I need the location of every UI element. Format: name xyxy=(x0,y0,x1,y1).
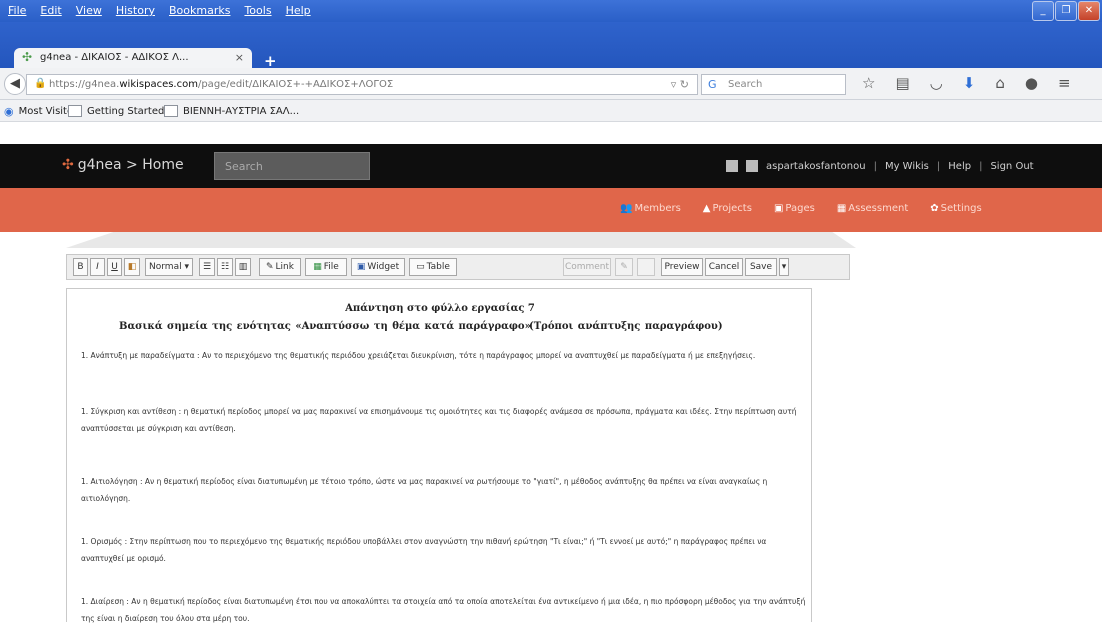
bulleted-list-icon[interactable]: ☰ xyxy=(199,258,215,276)
paragraph-justification: 1. Αιτιολόγηση : Αν η θεματική περίοδος … xyxy=(81,477,768,503)
sign-out-link[interactable]: Sign Out xyxy=(990,161,1033,172)
cancel-button[interactable]: Cancel xyxy=(705,258,743,276)
italic-button[interactable]: I xyxy=(90,258,105,276)
wiki-search-placeholder: Search xyxy=(225,160,263,173)
projects-icon: ▲ xyxy=(702,203,711,214)
right-panel xyxy=(812,288,1102,622)
comment-button[interactable]: Comment xyxy=(563,258,611,276)
text-color-icon[interactable]: ◧ xyxy=(124,258,140,276)
url-host: wikispaces.com xyxy=(119,79,198,90)
document-title: Απάντηση στο φύλλο εργασίας 7 xyxy=(345,303,535,314)
document-subtitle-2: (Τρόποι ανάπτυξης παραγράφου) xyxy=(529,321,723,332)
bookmark-getting-started[interactable]: Getting Started xyxy=(68,105,164,117)
menu-bar: File Edit View History Bookmarks Tools H… xyxy=(0,0,1102,22)
hamburger-menu-icon[interactable]: ≡ xyxy=(1058,74,1071,92)
tab-close-icon[interactable]: × xyxy=(235,51,244,64)
search-placeholder: Search xyxy=(728,79,763,90)
menu-history[interactable]: History xyxy=(116,4,155,17)
editor-document[interactable]: Απάντηση στο φύλλο εργασίας 7 Βασικά σημ… xyxy=(66,288,812,623)
wiki-search-input[interactable]: Search xyxy=(214,152,370,180)
bookmarks-bar: ◉ Most Visited Getting Started ΒΙΕΝΝΗ-ΑΥ… xyxy=(0,100,1102,122)
my-wikis-link[interactable]: My Wikis xyxy=(885,161,929,172)
table-button[interactable]: ▭ Table xyxy=(409,258,457,276)
home-icon[interactable]: ⌂ xyxy=(995,74,1005,92)
wikispaces-logo-icon: ✣ xyxy=(62,157,74,173)
star-icon[interactable]: ☆ xyxy=(862,74,875,92)
back-button[interactable]: ◀ xyxy=(4,73,26,95)
spellcheck-icon[interactable]: ✎ xyxy=(615,258,633,276)
most-visited-icon: ◉ xyxy=(4,105,14,118)
reload-icon[interactable]: ▿ ↻ xyxy=(671,78,689,91)
widget-button[interactable]: ▣ Widget xyxy=(351,258,405,276)
widget-icon: ▣ xyxy=(356,262,366,272)
wiki-home-link[interactable]: ✣ g4nea > Home xyxy=(62,157,184,173)
chat-icon[interactable]: ● xyxy=(1025,74,1038,92)
search-box[interactable]: G Search xyxy=(701,74,846,95)
tab-bar: ✣ g4nea - ΔΙΚΑΙΟΣ - ΑΔΙΚΟΣ Λ... × + xyxy=(0,22,1102,70)
url-bar[interactable]: 🔒 https://g4nea.wikispaces.com/page/edit… xyxy=(26,74,698,95)
link-icon: ✎ xyxy=(266,262,274,272)
help-link[interactable]: Help xyxy=(948,161,971,172)
url-path: /page/edit/ΔΙΚΑΙΟΣ+-+ΑΔΙΚΟΣ+ΛΟΓΟΣ xyxy=(197,79,394,90)
members-icon: 👥 xyxy=(620,203,633,214)
username-link[interactable]: aspartakosfantonou xyxy=(766,161,866,172)
download-icon[interactable]: ⬇ xyxy=(963,74,976,92)
paragraph-examples: 1. Ανάπτυξη με παραδείγματα : Αν το περι… xyxy=(81,351,756,360)
underline-button[interactable]: U xyxy=(107,258,122,276)
menu-help[interactable]: Help xyxy=(286,4,311,17)
reading-list-icon[interactable]: ▤ xyxy=(895,74,909,92)
tab-title: g4nea - ΔΙΚΑΙΟΣ - ΑΔΙΚΟΣ Λ... xyxy=(40,52,189,63)
bold-button[interactable]: B xyxy=(73,258,88,276)
bookmark-label: Getting Started xyxy=(87,105,165,117)
nav-settings[interactable]: ✿ Settings xyxy=(930,203,981,214)
link-button[interactable]: ✎ Link xyxy=(259,258,301,276)
notifications-icon[interactable] xyxy=(726,160,738,172)
table-icon: ▭ xyxy=(416,262,425,272)
numbered-list-icon[interactable]: ☷ xyxy=(217,258,233,276)
editor-toolbar: B I U ◧ Normal ▾ ☰ ☷ ▥ ✎ Link ▦ File ▣ Widg… xyxy=(66,254,850,280)
pages-icon: ▣ xyxy=(773,203,784,214)
page-icon xyxy=(164,105,178,117)
blank-tool-icon[interactable] xyxy=(637,258,655,276)
paragraph-definition: 1. Ορισμός : Στην περίπτωση που το περιε… xyxy=(81,537,767,563)
minimize-button[interactable]: _ xyxy=(1032,1,1054,21)
nav-members[interactable]: 👥 Members xyxy=(620,203,681,214)
wiki-favicon-icon: ✣ xyxy=(22,50,33,64)
wiki-header: ✣ g4nea > Home Search aspartakosfantonou … xyxy=(0,144,1102,188)
wiki-subnav: 👥 Members ▲ Projects ▣ Pages ▦ Assessment ✿ S… xyxy=(0,188,1102,232)
nav-assessment[interactable]: ▦ Assessment xyxy=(837,203,908,214)
lock-icon: 🔒 xyxy=(34,78,47,89)
save-button[interactable]: Save xyxy=(745,258,777,276)
page-icon xyxy=(68,105,82,117)
style-select[interactable]: Normal ▾ xyxy=(145,258,193,276)
assessment-icon: ▦ xyxy=(836,203,847,214)
url-prefix: https://g4nea. xyxy=(49,79,120,90)
wiki-brand: g4nea > Home xyxy=(77,157,184,173)
editor-header-bar xyxy=(66,232,856,248)
paragraph-comparison: 1. Σύγκριση και αντίθεση : η θεματική πε… xyxy=(81,407,797,433)
preview-button[interactable]: Preview xyxy=(661,258,703,276)
menu-file[interactable]: File xyxy=(8,4,26,17)
save-options-chevron-icon[interactable]: ▾ xyxy=(779,258,789,276)
nav-pages[interactable]: ▣ Pages xyxy=(774,203,815,214)
menu-bookmarks[interactable]: Bookmarks xyxy=(169,4,230,17)
menu-tools[interactable]: Tools xyxy=(244,4,271,17)
document-subtitle: Βασικά σημεία της ενότητας «Αναπτύσσω τη… xyxy=(119,321,723,332)
menu-edit[interactable]: Edit xyxy=(40,4,61,17)
menu-view[interactable]: View xyxy=(76,4,102,17)
bookmark-label: ΒΙΕΝΝΗ-ΑΥΣΤΡΙΑ ΣΑΛ... xyxy=(183,105,300,117)
close-window-button[interactable]: ✕ xyxy=(1078,1,1100,21)
file-button[interactable]: ▦ File xyxy=(305,258,347,276)
gear-icon: ✿ xyxy=(930,203,939,214)
avatar[interactable] xyxy=(746,160,758,172)
file-icon: ▦ xyxy=(313,262,322,272)
bookmark-vienna[interactable]: ΒΙΕΝΝΗ-ΑΥΣΤΡΙΑ ΣΑΛ... xyxy=(164,105,299,117)
indent-icon[interactable]: ▥ xyxy=(235,258,251,276)
pocket-icon[interactable]: ◡ xyxy=(930,74,943,92)
navigation-bar: ◀ 🔒 https://g4nea.wikispaces.com/page/ed… xyxy=(0,68,1102,100)
search-engine-icon: G xyxy=(708,78,717,91)
nav-projects[interactable]: ▲ Projects xyxy=(703,203,752,214)
browser-tab[interactable]: ✣ g4nea - ΔΙΚΑΙΟΣ - ΑΔΙΚΟΣ Λ... × xyxy=(14,48,252,68)
maximize-button[interactable]: ❐ xyxy=(1055,1,1077,21)
